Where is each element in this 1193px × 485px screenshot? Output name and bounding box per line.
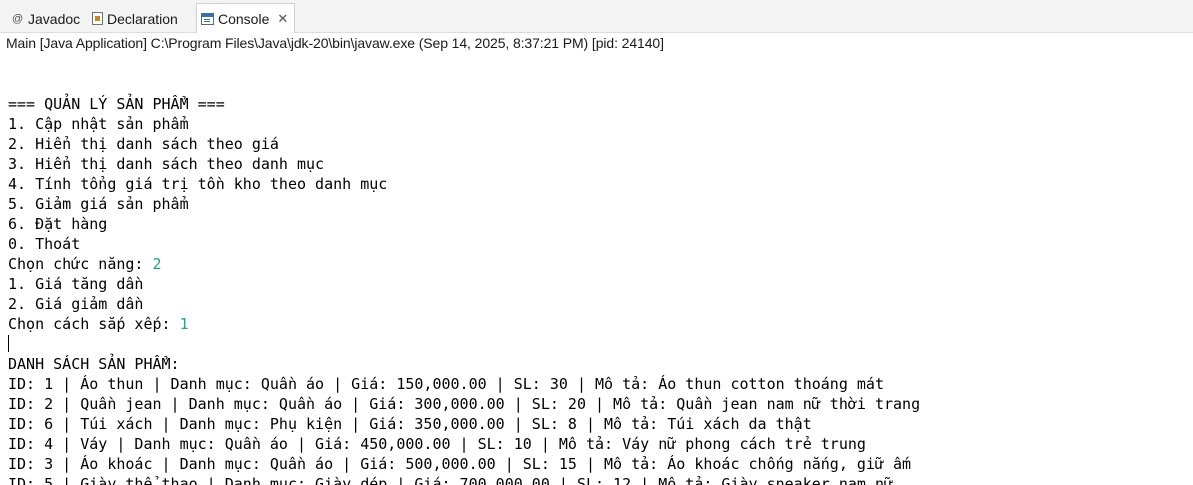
console-line: 4. Tính tổng giá trị tồn kho theo danh m…	[8, 174, 920, 194]
declaration-icon	[92, 12, 103, 25]
console-line-text: DANH SÁCH SẢN PHẨM:	[8, 355, 180, 373]
console-line: ID: 4 | Váy | Danh mục: Quần áo | Giá: 4…	[8, 434, 920, 454]
console-line: 0. Thoát	[8, 234, 920, 254]
console-line-text: ID: 4 | Váy | Danh mục: Quần áo | Giá: 4…	[8, 435, 866, 453]
console-line: ID: 3 | Áo khoác | Danh mục: Quần áo | G…	[8, 454, 920, 474]
console-line-text: ID: 1 | Áo thun | Danh mục: Quần áo | Gi…	[8, 375, 884, 393]
console-line: ID: 2 | Quần jean | Danh mục: Quần áo | …	[8, 394, 920, 414]
console-line-text: 2. Hiển thị danh sách theo giá	[8, 135, 279, 153]
console-line-text: 1. Giá tăng dần	[8, 275, 144, 293]
console-line: DANH SÁCH SẢN PHẨM:	[8, 354, 920, 374]
tab-console-label: Console	[218, 10, 270, 27]
console-line: Chọn chức năng: 2	[8, 254, 920, 274]
console-line-text: 0. Thoát	[8, 235, 81, 253]
console-line: 5. Giảm giá sản phẩm	[8, 194, 920, 214]
console-output[interactable]: === QUẢN LÝ SẢN PHẨM === 1. Cập nhật sản …	[8, 74, 920, 485]
console-line-text: Chọn chức năng:	[8, 255, 153, 273]
console-line: 3. Hiển thị danh sách theo danh mục	[8, 154, 920, 174]
tab-console[interactable]: Console ✕	[196, 3, 296, 33]
console-line-text: 2. Giá giảm dần	[8, 295, 144, 313]
console-line-text: ID: 5 | Giày thể thao | Danh mục: Giày d…	[8, 475, 894, 485]
view-tab-bar: @ Javadoc Declaration Console ✕	[0, 0, 1193, 33]
console-line-text: ID: 2 | Quần jean | Danh mục: Quần áo | …	[8, 395, 921, 413]
console-line-text: 5. Giảm giá sản phẩm	[8, 195, 189, 213]
console-line-text: 4. Tính tổng giá trị tồn kho theo danh m…	[8, 175, 388, 193]
console-line-text: === QUẢN LÝ SẢN PHẨM ===	[8, 95, 225, 113]
console-line: Chọn cách sắp xếp: 1	[8, 314, 920, 334]
console-line: ID: 6 | Túi xách | Danh mục: Phụ kiện | …	[8, 414, 920, 434]
console-line: 6. Đặt hàng	[8, 214, 920, 234]
console-line: 1. Cập nhật sản phẩm	[8, 114, 920, 134]
console-line-text: 6. Đặt hàng	[8, 215, 108, 233]
tab-javadoc-label: Javadoc	[28, 10, 81, 27]
console-line: ID: 5 | Giày thể thao | Danh mục: Giày d…	[8, 474, 920, 485]
console-user-input: 1	[179, 315, 189, 333]
console-line-text: ID: 3 | Áo khoác | Danh mục: Quần áo | G…	[8, 455, 912, 473]
tab-declaration-label: Declaration	[107, 10, 178, 27]
console-line-text: 1. Cập nhật sản phẩm	[8, 115, 189, 133]
console-line-text: Chọn cách sắp xếp:	[8, 315, 180, 333]
tab-javadoc[interactable]: @ Javadoc	[12, 5, 80, 32]
console-line	[8, 334, 920, 354]
process-status-line: Main [Java Application] C:\Program Files…	[6, 35, 664, 51]
console-line: ID: 1 | Áo thun | Danh mục: Quần áo | Gi…	[8, 374, 920, 394]
text-caret	[8, 335, 9, 352]
console-line: 2. Giá giảm dần	[8, 294, 920, 314]
console-line: 2. Hiển thị danh sách theo giá	[8, 134, 920, 154]
console-user-input: 2	[152, 255, 162, 273]
tab-declaration[interactable]: Declaration	[92, 5, 178, 32]
at-sign-icon: @	[12, 12, 24, 25]
console-line: === QUẢN LÝ SẢN PHẨM ===	[8, 94, 920, 114]
console-line-text: ID: 6 | Túi xách | Danh mục: Phụ kiện | …	[8, 415, 812, 433]
console-icon	[201, 12, 214, 25]
console-line: 1. Giá tăng dần	[8, 274, 920, 294]
close-icon[interactable]: ✕	[277, 11, 288, 27]
console-line-text: 3. Hiển thị danh sách theo danh mục	[8, 155, 325, 173]
